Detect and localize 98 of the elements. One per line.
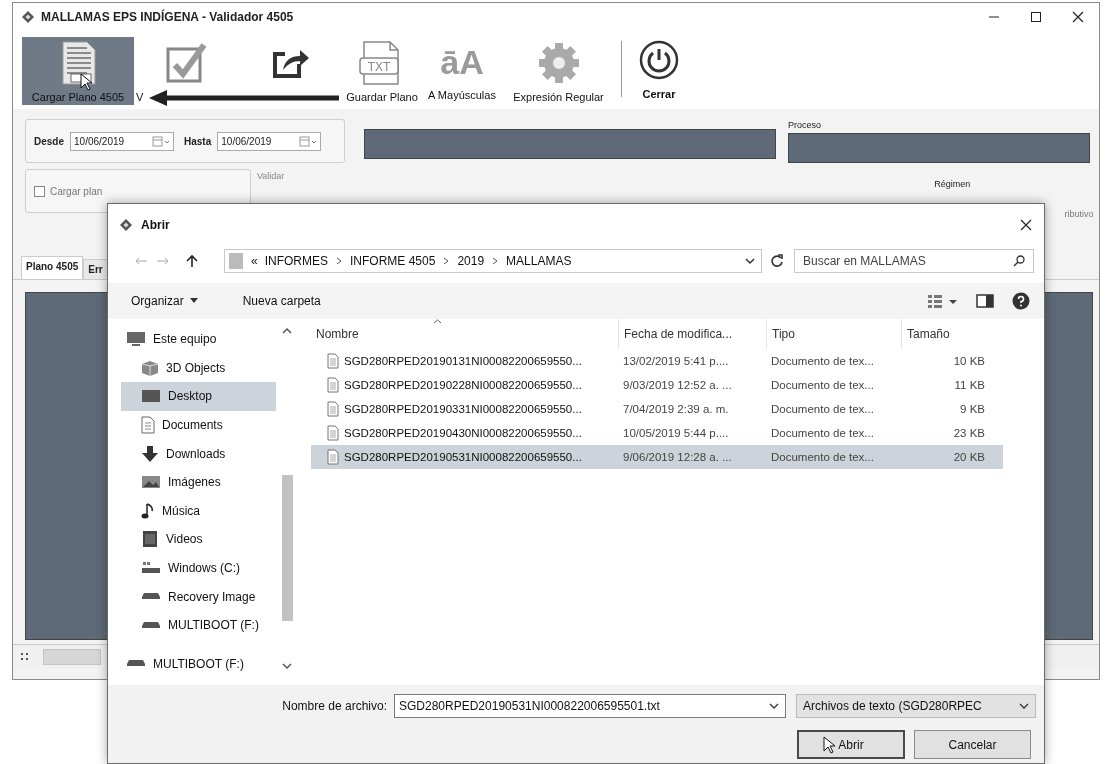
checkbox[interactable] xyxy=(34,185,45,197)
nav-item[interactable]: Windows (C:) xyxy=(121,553,276,583)
calendar-icon xyxy=(152,135,170,147)
dialog-title: Abrir xyxy=(141,218,170,232)
monitor-icon xyxy=(141,388,161,405)
file-row[interactable]: SGD280RPED20190228NI00082200659550... 9/03/2019 12:52 a. ... Documento de tex... 11 KB xyxy=(311,373,1003,397)
dialog-button[interactable]: Abrir xyxy=(797,730,905,759)
nav-item[interactable]: Desktop xyxy=(121,382,276,411)
file-row[interactable]: SGD280RPED20190430NI00082200659550... 10/05/2019 5:44 p.... Documento de tex... 23 KB xyxy=(311,421,1003,445)
text-file-icon xyxy=(327,449,339,465)
file-row[interactable]: SGD280RPED20190331NI00082200659550... 7/04/2019 2:39 a. m. Documento de tex... 9 KB xyxy=(311,397,1003,421)
grip-icon xyxy=(21,653,29,661)
status-panel xyxy=(43,649,101,665)
dropdown-icon xyxy=(769,702,779,710)
nav-item[interactable]: MULTIBOOT (F:) xyxy=(121,649,276,679)
pane-icon xyxy=(976,294,994,308)
text-file-icon xyxy=(327,353,339,369)
nav-item[interactable]: 3D Objects xyxy=(121,353,276,383)
field-label: Desde xyxy=(34,135,64,147)
nav-item[interactable]: Música xyxy=(121,496,276,526)
text-file-icon xyxy=(327,377,339,393)
calendar-icon xyxy=(299,135,318,147)
nav-item[interactable]: Recovery Image xyxy=(121,582,276,611)
app-icon xyxy=(119,218,133,232)
forward-arrow-icon xyxy=(156,256,170,266)
date-field[interactable]: 10/06/2019 xyxy=(217,131,322,151)
refresh-icon xyxy=(770,254,784,268)
file-row[interactable]: SGD280RPED20190131NI00082200659550... 13/02/2019 5:41 p.... Documento de tex... 10 KB xyxy=(311,349,1003,373)
tab[interactable]: Err xyxy=(83,259,108,279)
nav-item[interactable]: MULTIBOOT (F:) xyxy=(121,610,276,640)
column-header[interactable]: Tipo xyxy=(766,319,901,349)
dropdown-icon xyxy=(745,257,755,265)
refresh-button[interactable] xyxy=(770,254,784,268)
column-header[interactable]: Nombre xyxy=(311,319,618,349)
music-icon xyxy=(141,501,155,520)
cube-icon xyxy=(141,359,159,376)
file-name-field[interactable]: SGD280RPED20190531NI000822006595501.txt xyxy=(394,694,786,718)
toolbar-button[interactable]: āA A Mayúsculas xyxy=(422,37,502,105)
radio-label: ributivo xyxy=(1064,209,1094,215)
drive-icon xyxy=(141,621,161,629)
maximize-icon xyxy=(1030,11,1042,23)
tab[interactable]: Plano 4505 xyxy=(21,256,84,279)
cursor-icon xyxy=(80,73,93,91)
toolbar-button[interactable]: Cerrar xyxy=(628,37,690,105)
close-icon xyxy=(1072,11,1084,23)
address-bar[interactable]: « INFORMES INFORME 4505 2019 MALLAMAS xyxy=(224,249,762,273)
field-label: Nombre de archivo: xyxy=(281,699,388,713)
download-icon xyxy=(141,444,159,463)
nav-item[interactable]: Imágenes xyxy=(121,467,276,497)
help-icon xyxy=(1012,292,1030,310)
toolbar-button[interactable]: Nueva carpeta xyxy=(242,292,321,310)
drive-icon xyxy=(141,561,161,576)
dialog-button[interactable]: Cancelar xyxy=(914,730,1031,759)
cursor-icon xyxy=(823,736,836,754)
window-title: MALLAMAS EPS INDÍGENA - Validador 4505 xyxy=(41,10,294,24)
help-button[interactable] xyxy=(1012,292,1030,310)
folder-icon xyxy=(228,252,244,270)
text-file-icon xyxy=(327,425,339,441)
date-field[interactable]: 10/06/2019 xyxy=(70,131,174,151)
search-icon xyxy=(1013,255,1025,267)
toolbar-button[interactable]: TXT Guardar Plano xyxy=(342,37,422,105)
back-arrow-icon xyxy=(134,256,148,266)
group-label: Validar xyxy=(257,171,285,183)
toolbar-button[interactable]: Organizar xyxy=(131,292,198,310)
text-file-icon xyxy=(327,401,339,417)
view-icon xyxy=(928,294,958,308)
file-type-dropdown[interactable]: Archivos de texto (SGD280RPEC xyxy=(796,694,1036,718)
preview-pane-button[interactable] xyxy=(976,294,994,308)
up-button[interactable] xyxy=(186,254,198,268)
video-icon xyxy=(141,530,159,549)
field-label: Hasta xyxy=(184,135,212,147)
pictures-icon xyxy=(141,475,161,490)
scroll-up-icon xyxy=(282,327,292,334)
power-icon xyxy=(639,40,679,80)
caret-icon xyxy=(189,298,198,304)
field-label: Proceso xyxy=(788,120,823,130)
up-arrow-icon xyxy=(186,254,198,268)
dropdown-icon xyxy=(1019,702,1029,710)
computer-icon xyxy=(126,331,146,348)
toolbar-button[interactable]: Cargar Plano 4505 xyxy=(22,37,134,105)
drive-icon xyxy=(126,660,146,668)
search-field[interactable]: Buscar en MALLAMAS xyxy=(794,249,1034,273)
scroll-down-icon xyxy=(282,663,292,670)
column-header[interactable]: Fecha de modifica... xyxy=(618,319,766,349)
nav-item[interactable]: Downloads xyxy=(121,439,276,468)
view-button[interactable] xyxy=(928,294,958,308)
nav-item[interactable]: Este equipo xyxy=(121,325,276,354)
toolbar-button[interactable]: Expresión Regular xyxy=(502,37,615,105)
checkbox-label: Cargar plan xyxy=(50,185,103,197)
document-icon xyxy=(141,416,155,435)
nav-item[interactable]: Documents xyxy=(121,410,276,440)
column-header[interactable]: Tamaño xyxy=(901,319,993,349)
group-label: Régimen xyxy=(934,179,971,191)
app-icon xyxy=(21,10,35,24)
nav-item[interactable]: Videos xyxy=(121,525,276,554)
close-icon xyxy=(1020,219,1032,231)
file-row[interactable]: SGD280RPED20190531NI00082200659550... 9/06/2019 12:28 a. ... Documento de tex... 20 KB xyxy=(311,445,1003,469)
drive-icon xyxy=(141,593,161,601)
